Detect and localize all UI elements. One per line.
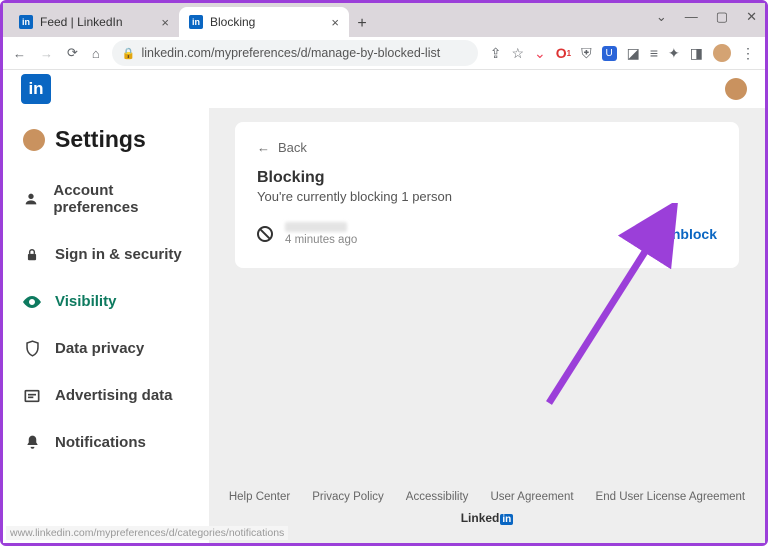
footer-link[interactable]: End User License Agreement [596,491,746,503]
settings-header: Settings [3,126,209,167]
blocked-time: 4 minutes ago [285,234,357,246]
arrow-left-icon: ← [257,140,270,155]
maximize-icon[interactable]: ▢ [716,9,728,25]
tab-feed[interactable]: in Feed | LinkedIn × [9,7,179,37]
lock-icon: 🔒 [122,47,136,60]
linkedin-favicon-icon: in [19,15,33,29]
sidebar-item-label: Advertising data [55,387,173,404]
url-input[interactable]: 🔒 linkedin.com/mypreferences/d/manage-by… [112,40,478,66]
window-controls: ⌄ ― ▢ ✕ [656,9,757,25]
content-area: Settings Account preferences Sign in & s… [3,108,765,543]
blocked-icon [257,226,273,242]
browser-addressbar: ← → ⟳ ⌂ 🔒 linkedin.com/mypreferences/d/m… [3,37,765,70]
sidebar-item-notifications[interactable]: Notifications [3,419,209,466]
sidepanel-icon[interactable]: ◨ [690,45,703,62]
settings-title: Settings [55,126,146,153]
pocket-icon[interactable]: ⌄ [534,45,546,62]
linkedin-header: in [3,70,765,108]
back-button[interactable]: ← Back [257,140,717,155]
sidebar-item-label: Visibility [55,293,116,310]
blocked-user-row: 4 minutes ago Unblock [257,222,717,246]
user-avatar-icon[interactable] [725,78,747,100]
new-tab-button[interactable]: + [349,11,375,37]
sidebar-item-security[interactable]: Sign in & security [3,231,209,278]
back-icon[interactable]: ← [13,46,26,61]
footer-brand: Linkedin [209,511,765,525]
main-panel: ← Back Blocking You're currently blockin… [209,108,765,543]
sidebar-item-label: Sign in & security [55,246,182,263]
bell-icon [23,434,41,451]
tab-title: Blocking [210,15,255,29]
minimize-icon[interactable]: ― [685,9,698,25]
sidebar-item-account[interactable]: Account preferences [3,167,209,231]
browser-tabbar: in Feed | LinkedIn × in Blocking × + ⌄ ―… [3,3,765,37]
blocked-user-name [285,222,347,232]
settings-sidebar: Settings Account preferences Sign in & s… [3,108,209,543]
status-bar: www.linkedin.com/mypreferences/d/categor… [6,526,288,540]
linkedin-logo-icon[interactable]: in [21,74,51,104]
person-icon [23,191,39,207]
star-icon[interactable]: ☆ [511,45,524,62]
extensions-menu-icon[interactable]: ✦ [668,45,680,62]
reload-icon[interactable]: ⟳ [67,45,78,61]
footer-link[interactable]: Accessibility [406,491,469,503]
chevron-down-icon[interactable]: ⌄ [656,9,667,25]
close-window-icon[interactable]: ✕ [746,9,757,25]
blocking-card: ← Back Blocking You're currently blockin… [235,122,739,268]
receipt-icon [23,389,41,403]
extension-icon[interactable]: U [602,46,617,61]
tab-title: Feed | LinkedIn [40,15,123,29]
forward-icon[interactable]: → [40,46,53,61]
eye-icon [23,296,41,308]
tab-blocking[interactable]: in Blocking × [179,7,349,37]
footer-link[interactable]: Privacy Policy [312,491,384,503]
sidebar-item-label: Notifications [55,434,146,451]
shield-icon [23,340,41,357]
back-label: Back [278,140,307,155]
close-icon[interactable]: × [161,15,169,30]
extension-icon[interactable]: O1 [556,45,571,61]
profile-avatar-icon[interactable] [713,44,731,62]
sidebar-item-advertising[interactable]: Advertising data [3,372,209,419]
home-icon[interactable]: ⌂ [92,46,100,61]
footer-link[interactable]: Help Center [229,491,290,503]
close-icon[interactable]: × [331,15,339,30]
page-subtitle: You're currently blocking 1 person [257,189,717,204]
sidebar-item-visibility[interactable]: Visibility [3,278,209,325]
sidebar-item-label: Account preferences [53,182,189,216]
unblock-button[interactable]: Unblock [662,226,717,242]
linkedin-favicon-icon: in [189,15,203,29]
extension-icon[interactable]: ◪ [627,45,640,62]
menu-icon[interactable]: ⋮ [741,45,755,62]
sidebar-item-privacy[interactable]: Data privacy [3,325,209,372]
extension-icon[interactable]: ⛨ [581,45,592,62]
sidebar-item-label: Data privacy [55,340,144,357]
lock-icon [23,247,41,263]
url-text: linkedin.com/mypreferences/d/manage-by-b… [141,46,440,60]
page-title: Blocking [257,169,717,187]
user-avatar-icon [23,129,45,151]
footer-link[interactable]: User Agreement [490,491,573,503]
share-icon[interactable]: ⇪ [490,45,502,62]
footer: Help Center Privacy Policy Accessibility… [209,491,765,525]
extension-icon[interactable]: ≡ [650,45,658,61]
